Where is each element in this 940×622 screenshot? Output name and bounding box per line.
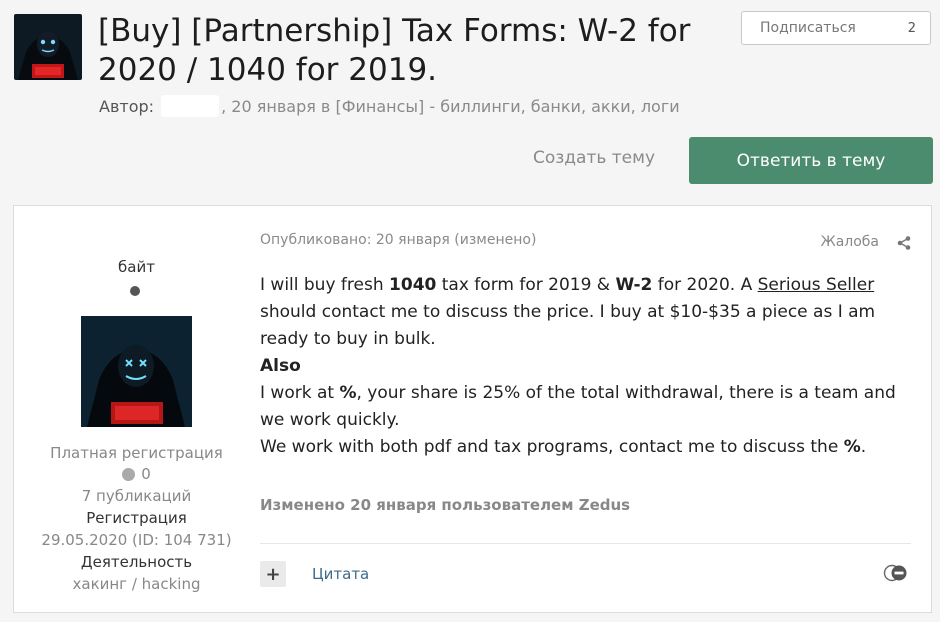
text-run-bold: Also: [260, 356, 301, 376]
post-paragraph-1: I will buy fresh 1040 tax form for 2019 …: [260, 272, 920, 353]
text-run-bold: 1040: [389, 275, 437, 295]
post-paragraph-2: Also: [260, 353, 920, 380]
text-run-bold: %: [843, 437, 861, 457]
activity-value: хакинг / hacking: [72, 575, 201, 593]
text-run: We work with both pdf and tax programs, …: [260, 437, 844, 457]
text-run: .: [860, 437, 867, 457]
registration-label: Регистрация: [86, 509, 187, 527]
activity-label: Деятельность: [80, 553, 193, 571]
reputation-icon: [122, 467, 136, 481]
text-run: I work at: [260, 383, 340, 403]
post-author-avatar-icon[interactable]: [81, 316, 192, 427]
reaction-icon[interactable]: [883, 563, 909, 583]
topic-author-avatar-icon[interactable]: [14, 14, 82, 80]
redacted-author-name: [161, 95, 220, 117]
page-title: [Buy] [Partnership] Tax Forms: W-2 for 2…: [98, 13, 691, 88]
reputation-value: 0: [141, 465, 151, 483]
post-content: Опубликовано: 20 января (изменено) Жалоб…: [260, 206, 920, 612]
post-paragraph-4: We work with both pdf and tax programs, …: [260, 434, 920, 461]
create-topic-link[interactable]: Создать тему: [520, 148, 668, 168]
follow-label: Подписаться: [760, 20, 856, 36]
post-author-name[interactable]: байт: [14, 258, 259, 276]
reply-button[interactable]: Ответить в тему: [689, 137, 933, 184]
author-group: Платная регистрация: [50, 444, 223, 462]
follow-button[interactable]: Подписаться 2: [741, 11, 931, 45]
post-author-panel: байт Платная регистрация 0 7 публикаций …: [14, 206, 259, 612]
registration-value: 29.05.2020 (ID: 104 731): [41, 531, 232, 549]
text-run: should contact me to discuss the price. …: [260, 302, 876, 349]
online-status-icon: [130, 286, 140, 296]
text-run-bold: W-2: [615, 275, 653, 295]
add-multiquote-icon[interactable]: +: [260, 561, 286, 587]
post-date: Опубликовано: 20 января (изменено): [260, 232, 537, 248]
text-run: tax form for 2019 &: [436, 275, 616, 295]
follow-count: 2: [907, 20, 916, 36]
post-body: I will buy fresh 1040 tax form for 2019 …: [260, 272, 920, 461]
text-run: for 2020. A: [652, 275, 758, 295]
byline-details: , 20 января в [Финансы] - биллинги, банк…: [221, 97, 680, 116]
share-icon[interactable]: [896, 235, 912, 251]
text-run-underlined: Serious Seller: [757, 275, 875, 295]
report-link[interactable]: Жалоба: [821, 234, 879, 250]
author-reputation: 0: [14, 465, 259, 485]
topic-byline: Автор: , 20 января в [Финансы] - биллинг…: [99, 95, 680, 117]
author-post-count[interactable]: 7 публикаций: [14, 487, 259, 505]
author-label: Автор:: [99, 97, 155, 116]
quote-button[interactable]: Цитата: [312, 565, 369, 583]
divider: [260, 543, 911, 544]
post-card: байт Платная регистрация 0 7 публикаций …: [13, 205, 932, 613]
edited-note: Изменено 20 января пользователем Zedus: [260, 496, 631, 514]
text-run: I will buy fresh: [260, 275, 390, 295]
post-paragraph-3: I work at %, your share is 25% of the to…: [260, 380, 920, 434]
text-run-bold: %: [339, 383, 357, 403]
